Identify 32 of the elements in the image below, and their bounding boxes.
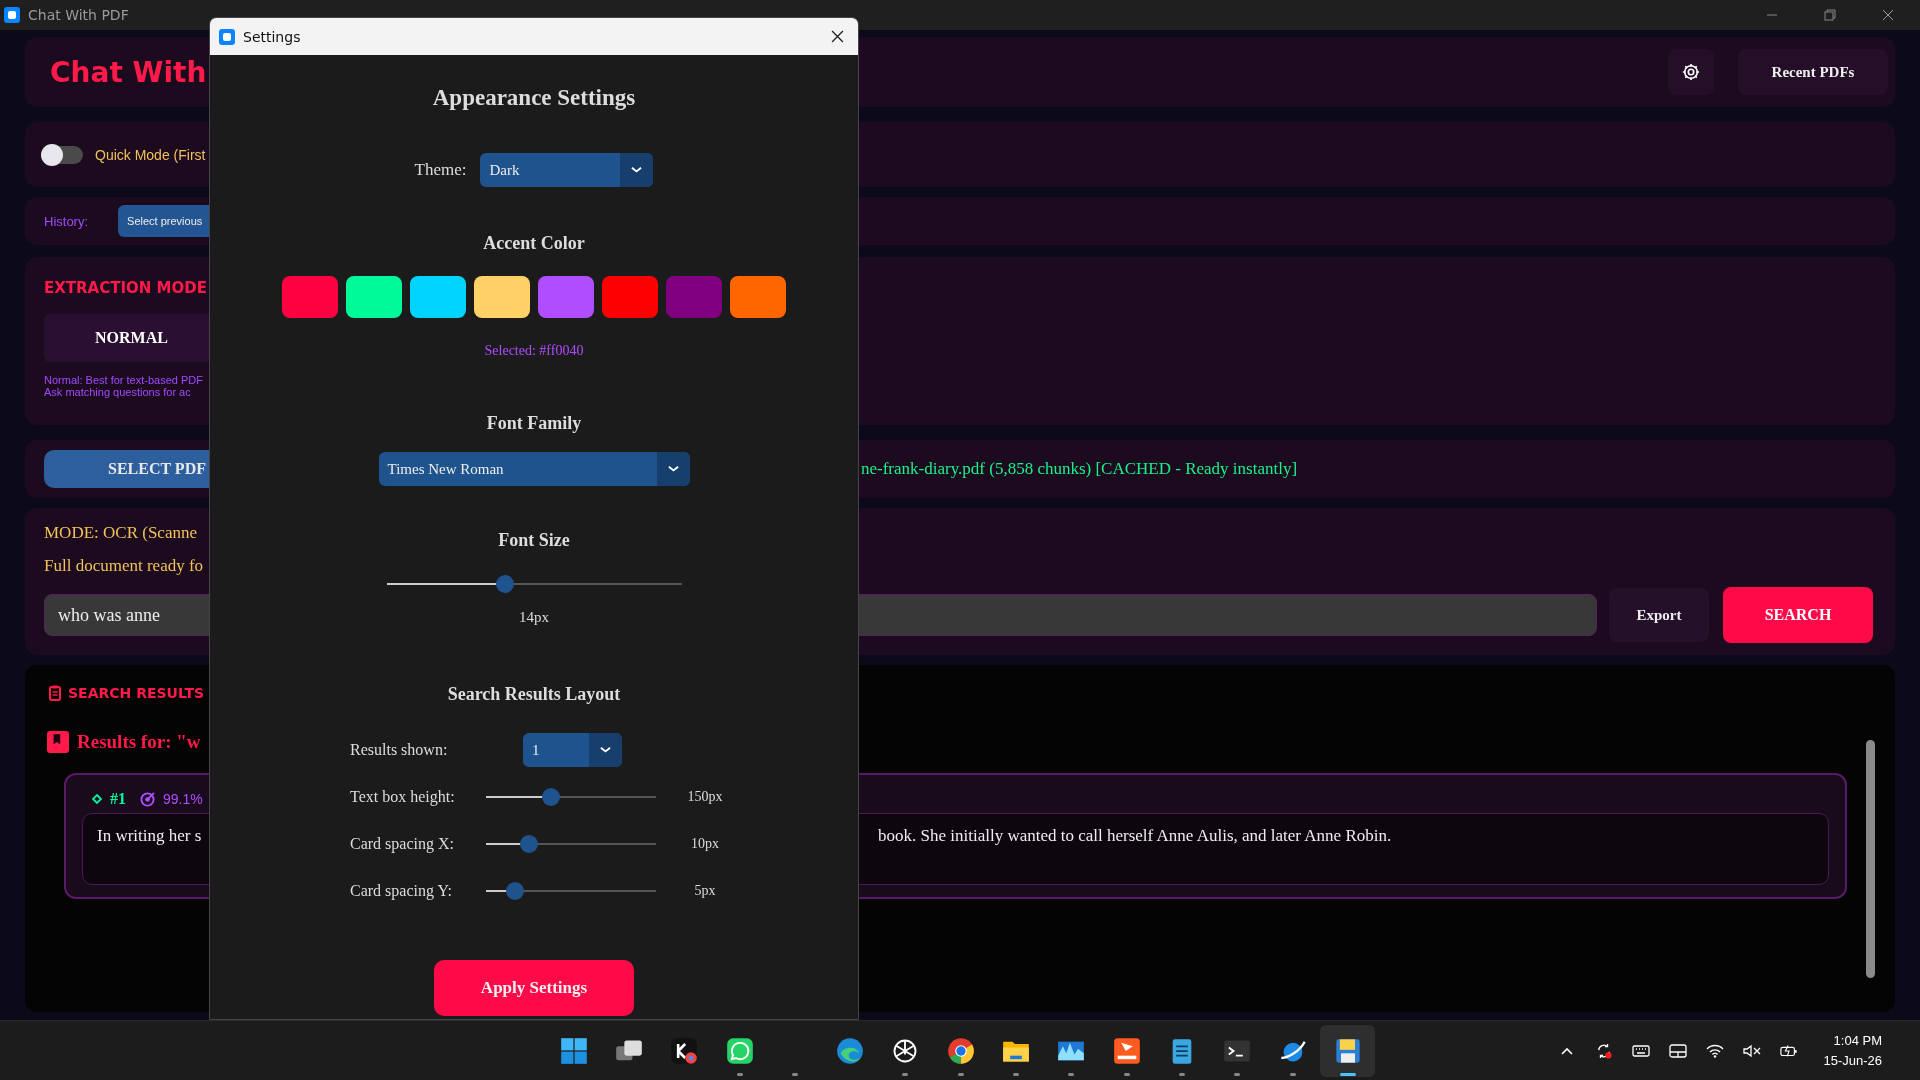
setting-label: Card spacing X: <box>350 835 455 853</box>
result-score: 99.1% <box>163 791 203 807</box>
extraction-mode-title: EXTRACTION MODE <box>44 279 207 297</box>
section-heading: Font Family <box>486 413 582 434</box>
app-title: Chat With <box>50 55 207 89</box>
section-heading: Accent Color <box>483 233 585 254</box>
history-label: History: <box>44 213 89 229</box>
section-heading: Font Size <box>498 530 570 551</box>
quick-mode-label: Quick Mode (First <box>95 146 206 163</box>
ready-text: Full document ready fo <box>44 556 204 576</box>
section-heading: Search Results Layout <box>447 684 621 705</box>
mode-text: MODE: OCR (Scanne <box>44 523 197 543</box>
dialog-title: Settings <box>243 28 301 45</box>
setting-label: Card spacing Y: <box>350 882 453 900</box>
selected-color-text: Selected: #ff0040 <box>484 343 584 359</box>
mode-description: Normal: Best for text-based PDF <box>44 374 203 386</box>
results-title: SEARCH RESULTS <box>68 685 205 701</box>
setting-value: 10px <box>690 836 720 852</box>
window-title: Chat With PDF <box>28 7 129 23</box>
result-text: In writing her s <box>96 826 203 847</box>
results-heading: Results for: "w <box>77 731 201 753</box>
setting-value: 5px <box>693 883 717 899</box>
setting-value: 150px <box>686 789 724 805</box>
setting-label: Results shown: <box>350 741 449 759</box>
result-text: book. She initially wanted to call herself Anne Aulis, and later Anne Robin. <box>878 826 1393 847</box>
theme-label: Theme: <box>414 160 467 180</box>
setting-label: Text box height: <box>350 788 456 806</box>
settings-heading: Appearance Settings <box>432 85 636 111</box>
result-rank: #1 <box>110 790 126 808</box>
status-text: ne-frank-diary.pdf (5,858 chunks) [CACHED - Ready instantly] <box>860 459 1299 479</box>
mode-description: Ask matching questions for ac <box>44 386 192 398</box>
font-size-value: 14px <box>519 609 549 626</box>
